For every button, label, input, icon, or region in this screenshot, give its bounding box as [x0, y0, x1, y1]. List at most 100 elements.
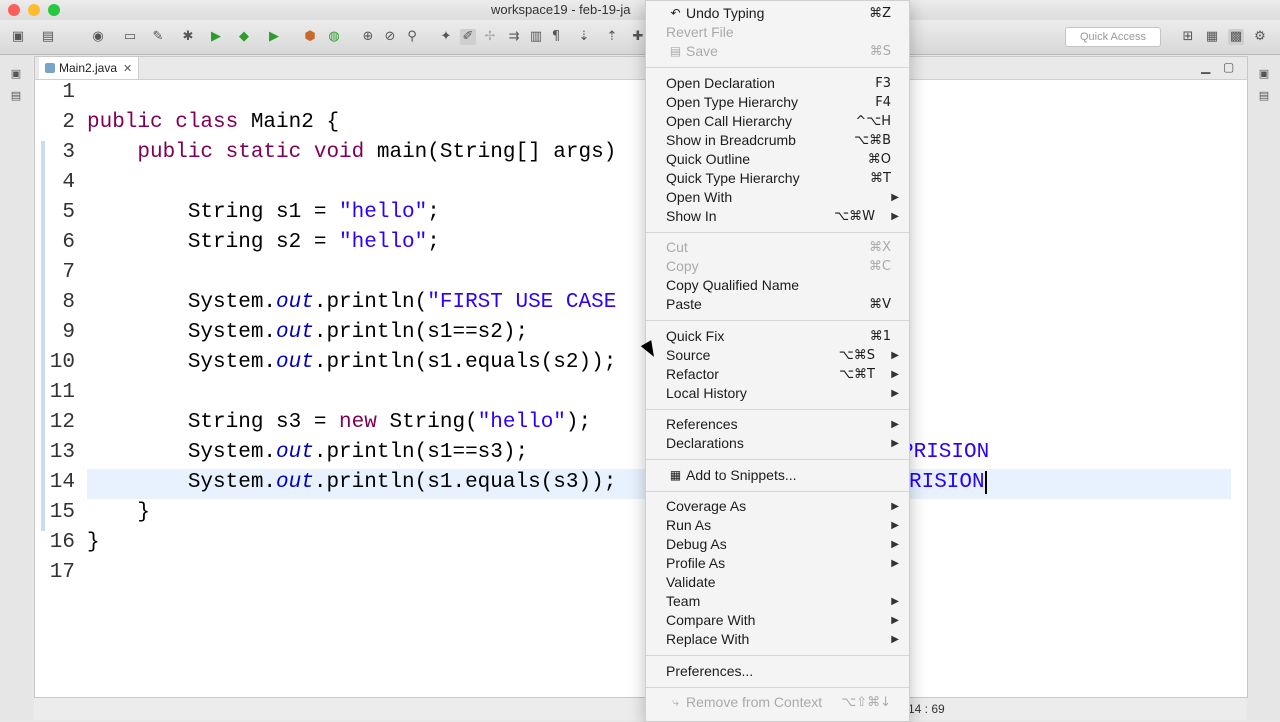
menu-item-shortcut: ⌘T — [870, 170, 891, 186]
block-selection-icon[interactable]: ✢ — [482, 29, 498, 45]
minimize-icon[interactable]: ▁ — [1201, 60, 1210, 74]
open-task-icon[interactable]: ⊘ — [382, 29, 398, 45]
menu-item-add-to-snippets[interactable]: ▦ Add to Snippets... — [666, 466, 899, 485]
debug-perspective-icon[interactable]: ⚙ — [1252, 29, 1268, 45]
editor-tab-bar: Main2.java ✕ ▁ ▢ — [35, 57, 1247, 80]
external-tools-icon[interactable]: ▶ — [266, 29, 282, 45]
terminal-icon[interactable]: ◉ — [90, 29, 106, 45]
minimize-window-button[interactable] — [28, 4, 40, 16]
code-overflow-text-14: RISION — [909, 471, 987, 494]
save-icon: ▤ — [669, 44, 682, 58]
new-java-project-icon[interactable]: ⬢ — [302, 29, 318, 45]
code-line[interactable]: public class Main2 { — [87, 111, 339, 134]
code-line[interactable]: System.out.println(s1==s2); — [87, 321, 528, 344]
menu-item-label: Open Type Hierarchy — [666, 93, 799, 110]
skip-breakpoints-icon[interactable]: ✎ — [150, 29, 166, 45]
menu-item-preferences[interactable]: Preferences... — [666, 662, 899, 681]
menu-item-source[interactable]: Source ⌥⌘S ▶ — [666, 346, 899, 365]
menu-item-copy-qualified-name[interactable]: Copy Qualified Name — [666, 276, 899, 295]
open-perspective-icon[interactable]: ⊞ — [1180, 29, 1196, 45]
menu-item-profile-as[interactable]: Profile As ▶ — [666, 554, 899, 573]
menu-item-compare-with[interactable]: Compare With ▶ — [666, 611, 899, 630]
menu-item-label: Declarations — [666, 435, 744, 451]
code-token: .println(s1.equals(s3)); — [313, 471, 617, 494]
menu-item-open-call-hierarchy[interactable]: Open Call Hierarchy ^⌥H — [666, 112, 899, 131]
save-icon[interactable]: ▤ — [40, 29, 56, 45]
menu-item-quick-fix[interactable]: Quick Fix ⌘1 — [666, 327, 899, 346]
code-line[interactable]: } — [87, 531, 100, 554]
code-token: out — [276, 291, 314, 314]
menu-item-paste[interactable]: Paste ⌘V — [666, 295, 899, 314]
main-toolbar: ▣ ▤ ◉ ▭ ✎ ✱ ▶ ◆ ▶ ⬢ ◍ ⊕ ⊘ ⚲ ✦ ✐ ✢ ⇉ ▥ ¶ … — [0, 20, 1280, 55]
menu-separator — [646, 686, 909, 688]
menu-item-run-as[interactable]: Run As ▶ — [666, 516, 899, 535]
menu-item-show-in-breadcrumb[interactable]: Show in Breadcrumb ⌥⌘B — [666, 131, 899, 150]
highlight-icon[interactable]: ✐ — [460, 29, 476, 45]
new-package-icon[interactable]: ◍ — [326, 29, 342, 45]
code-line[interactable]: } — [87, 501, 150, 524]
code-line[interactable]: String s2 = "hello"; — [87, 231, 440, 254]
menu-item-label: Replace With — [666, 631, 750, 647]
menu-item-replace-with[interactable]: Replace With ▶ — [666, 630, 899, 649]
search-icon[interactable]: ⚲ — [404, 29, 420, 45]
menu-item-quick-outline[interactable]: Quick Outline ⌘O — [666, 150, 899, 169]
pilcrow-icon[interactable]: ¶ — [548, 29, 564, 45]
coverage-icon[interactable]: ◆ — [236, 29, 252, 45]
menu-item-debug-as[interactable]: Debug As ▶ — [666, 535, 899, 554]
mark-occurrences-icon[interactable]: ✦ — [438, 29, 454, 45]
close-icon[interactable]: ✕ — [123, 62, 132, 75]
maximize-icon[interactable]: ▢ — [1223, 60, 1234, 74]
menu-item-declarations[interactable]: Declarations ▶ — [666, 434, 899, 453]
menu-separator — [646, 67, 909, 68]
debug-icon[interactable]: ✱ — [180, 29, 196, 45]
zoom-window-button[interactable] — [48, 4, 60, 16]
menu-item-local-history[interactable]: Local History ▶ — [666, 384, 899, 403]
code-token: } — [87, 501, 151, 524]
run-icon[interactable]: ▶ — [208, 29, 224, 45]
last-edit-icon[interactable]: ✚ — [630, 29, 646, 45]
code-line[interactable]: String s1 = "hello"; — [87, 201, 440, 224]
code-line[interactable]: System.out.println(s1==s3); — [87, 441, 528, 464]
new-icon[interactable]: ▣ — [10, 29, 26, 45]
menu-item-quick-type-hierarchy[interactable]: Quick Type Hierarchy ⌘T — [666, 169, 899, 188]
word-wrap-icon[interactable]: ⇉ — [506, 29, 522, 45]
submenu-arrow-icon: ▶ — [891, 501, 899, 512]
menu-item-undo-typing[interactable]: ↶ Undo Typing ⌘Z — [666, 4, 899, 23]
menu-item-refactor[interactable]: Refactor ⌥⌘T ▶ — [666, 365, 899, 384]
java-perspective-icon[interactable]: ▩ — [1228, 29, 1244, 45]
console-icon[interactable]: ▭ — [122, 29, 138, 45]
next-annotation-icon[interactable]: ⇣ — [576, 29, 592, 45]
menu-item-open-declaration[interactable]: Open Declaration F3 — [666, 74, 899, 93]
line-number: 8 — [62, 291, 75, 314]
java-ee-perspective-icon[interactable]: ▦ — [1204, 29, 1220, 45]
menu-item-coverage-as[interactable]: Coverage As ▶ — [666, 497, 899, 516]
show-whitespace-icon[interactable]: ▥ — [528, 29, 544, 45]
menu-item-validate[interactable]: Validate — [666, 573, 899, 592]
prev-annotation-icon[interactable]: ⇡ — [604, 29, 620, 45]
menu-item-open-type-hierarchy[interactable]: Open Type Hierarchy F4 — [666, 93, 899, 112]
menu-item-show-in[interactable]: Show In ⌥⌘W ▶ — [666, 207, 899, 226]
code-line[interactable]: public static void main(String[] args) — [87, 141, 629, 164]
menu-item-open-with[interactable]: Open With ▶ — [666, 188, 899, 207]
code-line[interactable]: String s3 = new String("hello"); — [87, 411, 591, 434]
tab-main2-java[interactable]: Main2.java ✕ — [39, 57, 140, 79]
menu-item-label: Revert File — [666, 24, 734, 40]
restore-icon[interactable]: ▣ — [1257, 67, 1271, 81]
code-line[interactable]: System.out.println("FIRST USE CASE — [87, 291, 616, 314]
code-token: public class — [87, 111, 251, 134]
quick-access-input[interactable]: Quick Access — [1065, 27, 1161, 47]
close-window-button[interactable] — [8, 4, 20, 16]
restore-icon[interactable]: ▣ — [9, 67, 23, 81]
menu-item-shortcut: ⌥⌘S — [838, 347, 875, 363]
code-line[interactable]: System.out.println(s1.equals(s2)); — [87, 351, 616, 374]
menu-item-references[interactable]: References ▶ — [666, 415, 899, 434]
outline-icon[interactable]: ▤ — [1257, 89, 1271, 103]
java-editor[interactable]: Main2.java ✕ ▁ ▢ 1 2 3 4 5 6 7 8 9 10 11 12 13 14 15 16 1… — [34, 56, 1248, 698]
package-explorer-icon[interactable]: ▤ — [9, 89, 23, 103]
menu-item-team[interactable]: Team ▶ — [666, 592, 899, 611]
line-number: 3 — [62, 141, 75, 164]
code-line[interactable]: System.out.println(s1.equals(s3)); — [87, 471, 616, 494]
code-token: String s1 = — [87, 201, 340, 224]
open-type-icon[interactable]: ⊕ — [360, 29, 376, 45]
line-number: 6 — [62, 231, 75, 254]
